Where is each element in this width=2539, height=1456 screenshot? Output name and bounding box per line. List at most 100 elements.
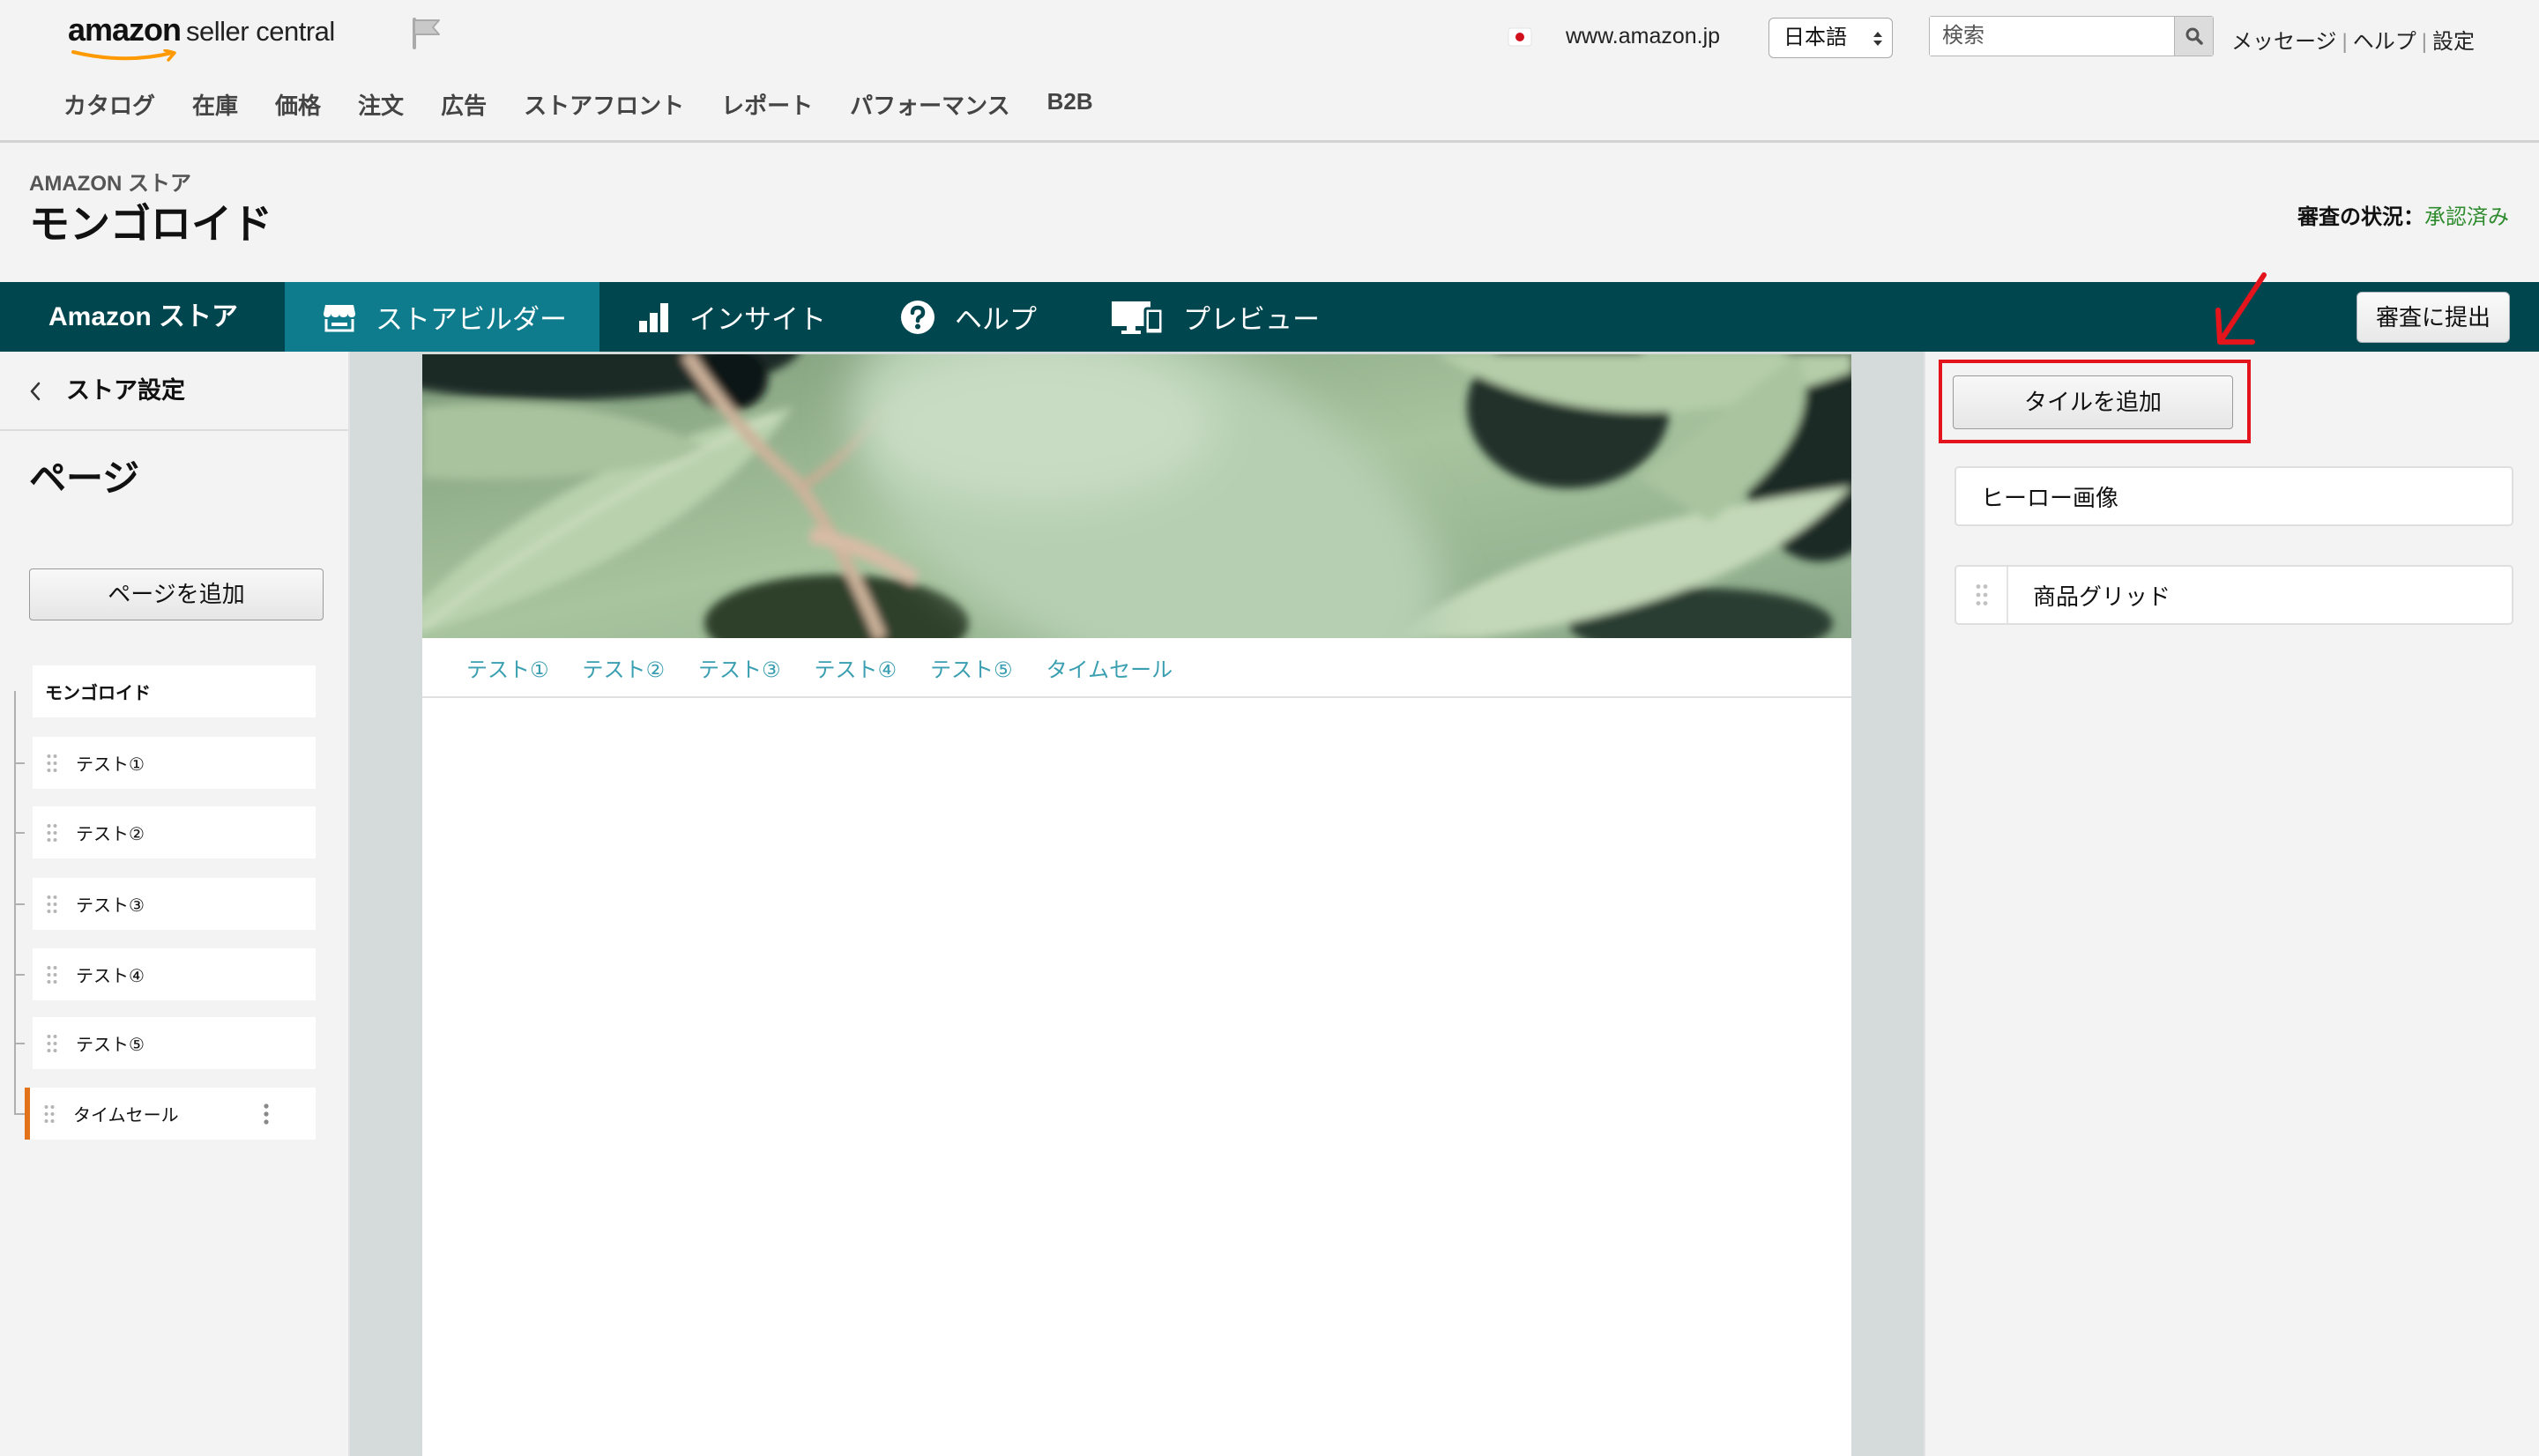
amazon-smile-icon: [71, 49, 176, 62]
tile-hero-image[interactable]: ヒーロー画像: [1955, 466, 2513, 526]
hero-image[interactable]: [422, 354, 1851, 638]
tile-product-grid[interactable]: 商品グリッド: [1955, 565, 2513, 625]
search-button[interactable]: [2174, 17, 2213, 56]
tab-preview-label: プレビュー: [1183, 304, 1320, 335]
page-item[interactable]: テスト③: [33, 878, 316, 930]
menu-orders[interactable]: 注文: [358, 88, 404, 121]
pages-sidebar: ストア設定 ページ ページを追加 モンゴロイド テスト① テスト② テスト③ テ…: [0, 352, 350, 1456]
hero-photo-leaves: [422, 354, 1851, 638]
store-settings-label: ストア設定: [66, 377, 185, 404]
monitor-icon: [1112, 301, 1164, 335]
page-tree-branch: [14, 762, 25, 764]
annotation-arrow: [2215, 272, 2267, 345]
more-options-icon[interactable]: [263, 1103, 270, 1125]
menu-catalog[interactable]: カタログ: [63, 88, 155, 121]
page-item-label: テスト⑤: [76, 1036, 145, 1055]
submit-for-review-button[interactable]: 審査に提出: [2357, 292, 2510, 343]
help-link[interactable]: ヘルプ: [2353, 30, 2416, 54]
page-item-label: タイムセール: [73, 1106, 179, 1125]
menu-performance[interactable]: パフォーマンス: [850, 88, 1009, 121]
store-icon: [324, 304, 355, 331]
search-input[interactable]: [1930, 17, 2174, 56]
page-tree-branch: [14, 832, 25, 834]
page-item-selected[interactable]: タイムセール: [25, 1088, 316, 1140]
search-box: [1929, 16, 2214, 56]
page-tree-branch: [14, 1113, 25, 1115]
tab-store-builder[interactable]: ストアビルダー: [285, 282, 599, 352]
page-tree-connector: [14, 691, 16, 1113]
global-header: amazonseller central www.amazon.jp 日本語 メ…: [0, 0, 2539, 143]
drag-handle-icon[interactable]: [47, 754, 57, 773]
store-page-canvas: テスト① テスト② テスト③ テスト④ テスト⑤ タイムセール: [422, 354, 1851, 1456]
search-icon: [2185, 27, 2203, 45]
select-arrows-icon: [1873, 32, 1882, 46]
tile-label: ヒーロー画像: [1981, 484, 2119, 511]
chevron-left-icon: [30, 382, 41, 401]
page-item-label: テスト④: [76, 967, 145, 986]
page-title: モンゴロイド: [29, 201, 272, 247]
header-links: メッセージ | ヘルプ | 設定: [2231, 24, 2475, 55]
store-canvas-area: テスト① テスト② テスト③ テスト④ テスト⑤ タイムセール: [350, 352, 1924, 1456]
drag-handle-icon[interactable]: [47, 895, 57, 914]
logo-product: seller central: [186, 16, 335, 47]
tab-help-label: ヘルプ: [955, 304, 1037, 335]
page-tree-branch: [14, 903, 25, 905]
marketplace-domain[interactable]: www.amazon.jp: [1566, 24, 1720, 49]
page-item-label: モンゴロイド: [45, 684, 151, 703]
menu-advertising[interactable]: 広告: [441, 88, 487, 121]
page-item-home[interactable]: モンゴロイド: [33, 665, 316, 717]
tab-store-builder-label: ストアビルダー: [376, 304, 567, 335]
store-nav-link[interactable]: テスト②: [583, 652, 666, 683]
page-item[interactable]: テスト②: [33, 806, 316, 858]
menu-b2b[interactable]: B2B: [1047, 88, 1093, 121]
store-nav-link[interactable]: テスト①: [466, 652, 549, 683]
question-circle-icon: [901, 300, 934, 334]
store-nav-link[interactable]: タイムセール: [1046, 652, 1173, 683]
language-select-value: 日本語: [1783, 26, 1847, 49]
review-status: 審査の状況：承認済み: [2297, 199, 2509, 230]
page-item[interactable]: テスト①: [33, 737, 316, 789]
store-nav-link[interactable]: テスト⑤: [930, 652, 1013, 683]
page-item-label: テスト①: [76, 755, 145, 775]
tab-insights-label: インサイト: [689, 304, 826, 335]
page-item-label: テスト③: [76, 896, 145, 916]
drag-handle-icon: [1976, 584, 1987, 605]
tiles-panel: タイルを追加 ヒーロー画像 商品グリッド: [1924, 352, 2539, 1456]
link-separator: |: [2342, 30, 2348, 54]
tab-insights[interactable]: インサイト: [638, 282, 826, 352]
tile-label: 商品グリッド: [2033, 583, 2171, 610]
store-builder-toolbar: Amazon ストア ストアビルダー インサイト ヘルプ プレビュー 審査に提出: [0, 282, 2539, 352]
drag-handle-icon[interactable]: [44, 1104, 55, 1124]
tab-preview[interactable]: プレビュー: [1111, 282, 1320, 352]
store-nav-link[interactable]: テスト③: [698, 652, 781, 683]
menu-pricing[interactable]: 価格: [275, 88, 321, 121]
tab-help[interactable]: ヘルプ: [900, 282, 1037, 352]
drag-handle-icon[interactable]: [47, 823, 57, 843]
logo-brand: amazon: [68, 11, 182, 48]
annotation-highlight-box: [1939, 360, 2251, 443]
link-separator: |: [2421, 30, 2427, 54]
page-item[interactable]: テスト④: [33, 948, 316, 1000]
menu-reports[interactable]: レポート: [721, 88, 813, 121]
seller-central-logo[interactable]: amazon seller central: [68, 11, 335, 63]
settings-link[interactable]: 設定: [2432, 30, 2475, 54]
store-settings-back-link[interactable]: ストア設定: [0, 352, 348, 431]
review-status-label: 審査の状況：: [2297, 205, 2424, 229]
menu-storefront[interactable]: ストアフロント: [524, 88, 684, 121]
tile-drag-handle[interactable]: [1956, 567, 2008, 623]
page-item[interactable]: テスト⑤: [33, 1017, 316, 1069]
bar-chart-icon: [639, 302, 668, 332]
amazon-store-home-link[interactable]: Amazon ストア: [48, 282, 238, 352]
page-tree-branch: [14, 974, 25, 976]
drag-handle-icon[interactable]: [47, 1034, 57, 1053]
store-nav-link[interactable]: テスト④: [815, 652, 897, 683]
drag-handle-icon[interactable]: [47, 965, 57, 984]
page-tree-branch: [14, 1043, 25, 1044]
menu-inventory[interactable]: 在庫: [192, 88, 238, 121]
messages-link[interactable]: メッセージ: [2231, 30, 2337, 54]
flag-icon[interactable]: [410, 18, 443, 49]
language-select[interactable]: 日本語: [1768, 18, 1893, 58]
page-item-label: テスト②: [76, 825, 145, 844]
add-page-button[interactable]: ページを追加: [29, 568, 324, 620]
review-status-value: 承認済み: [2424, 205, 2509, 229]
